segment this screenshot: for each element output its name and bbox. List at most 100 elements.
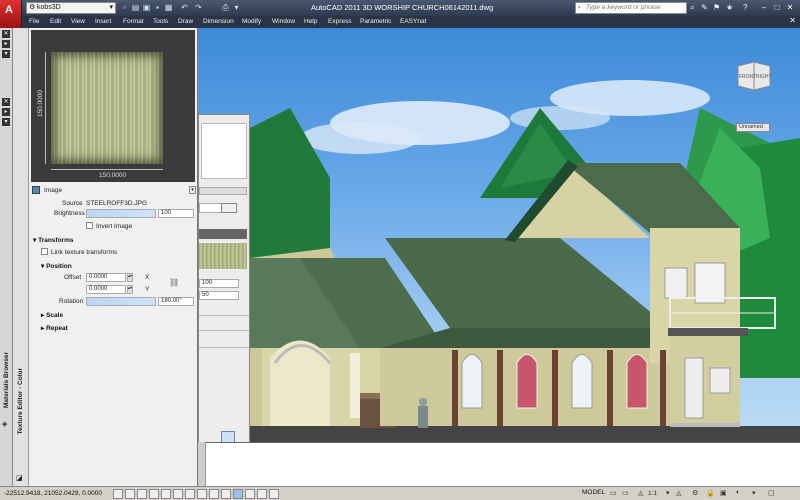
lock-icon[interactable]: 🔒 — [706, 489, 715, 497]
annotation-visibility-icon[interactable]: ◬ — [676, 489, 681, 497]
maximize-button[interactable]: □ — [771, 2, 783, 13]
transforms-toggle[interactable]: ▾ Transforms — [33, 236, 73, 244]
save-icon[interactable]: ▣ — [142, 3, 151, 12]
menu-parametric[interactable]: Parametric — [360, 17, 391, 27]
ortho-button[interactable] — [149, 489, 159, 499]
autohide-icon[interactable]: ▸ — [2, 40, 10, 48]
menu-easynat[interactable]: EASYnat — [400, 17, 426, 27]
chevron-down-icon[interactable]: ▾ — [666, 489, 670, 497]
material-value-1[interactable]: 100 — [199, 279, 239, 288]
command-line[interactable] — [198, 442, 800, 486]
chevron-down-icon[interactable]: ▾ — [752, 489, 756, 497]
offset-x-field[interactable]: 0.0000 — [86, 273, 126, 282]
workspace-select[interactable]: ⚙ kobs3D ▾ — [26, 2, 116, 14]
hardware-acceleration-icon[interactable]: ▣ — [720, 489, 727, 497]
offset-x-spinner[interactable]: ▴▾ — [127, 273, 133, 282]
command-line-handle[interactable] — [198, 442, 206, 486]
window-title: AutoCAD 2011 3D WORSHIP CHURCH06142011.d… — [311, 3, 494, 12]
chevron-down-icon[interactable]: ▾ — [232, 3, 241, 12]
material-value-2[interactable]: 50 — [199, 291, 239, 300]
menu-file[interactable]: File — [29, 17, 39, 27]
autohide-icon[interactable]: ▸ — [2, 108, 10, 116]
coordinates-readout[interactable]: -22512.9418, 21052.0429, 0.0000 — [4, 490, 102, 497]
menu-edit[interactable]: Edit — [50, 17, 61, 27]
menu-view[interactable]: View — [71, 17, 85, 27]
app-menu-button[interactable]: A — [0, 0, 22, 28]
lwt-button[interactable] — [233, 489, 243, 499]
communication-icon[interactable]: ⚑ — [713, 3, 720, 12]
menu-insert[interactable]: Insert — [95, 17, 111, 27]
menu-express[interactable]: Express — [328, 17, 351, 27]
isolate-objects-icon[interactable]: ◐ — [736, 489, 740, 496]
workspace-switch-icon[interactable]: ⚙ — [692, 489, 698, 497]
material-field[interactable] — [199, 203, 223, 213]
subscription-icon[interactable]: ✎ — [701, 3, 708, 12]
redo-icon[interactable]: ↷ — [194, 3, 203, 12]
repeat-toggle[interactable]: ▸ Repeat — [41, 324, 68, 332]
material-dropdown[interactable] — [199, 187, 247, 195]
invert-image-checkbox[interactable] — [86, 222, 93, 229]
qp-button[interactable] — [257, 489, 267, 499]
menu-window[interactable]: Window — [272, 17, 295, 27]
link-transforms-checkbox[interactable] — [41, 248, 48, 255]
menu-tools[interactable]: Tools — [153, 17, 168, 27]
texture-editor-label[interactable]: Texture Editor - Color — [17, 368, 24, 434]
annotation-scale-icon[interactable]: ◬ — [638, 489, 643, 497]
osnap-button[interactable] — [173, 489, 183, 499]
close-icon[interactable]: ✕ — [2, 98, 10, 106]
offset-y-field[interactable]: 0.0000 — [86, 285, 126, 294]
open-folder-icon[interactable]: ▤ — [131, 3, 140, 12]
close-icon[interactable]: ✕ — [789, 16, 796, 25]
3d-osnap-button[interactable] — [185, 489, 195, 499]
properties-icon[interactable]: ▾ — [2, 118, 10, 126]
snap-button[interactable] — [125, 489, 135, 499]
rotation-slider[interactable] — [86, 297, 156, 306]
polar-button[interactable] — [161, 489, 171, 499]
scale-toggle[interactable]: ▸ Scale — [41, 311, 63, 319]
save-as-icon[interactable]: ▪ — [153, 3, 162, 12]
layout-icon[interactable]: ▭ — [622, 489, 629, 497]
view-label-dropdown[interactable]: Unnamed — [736, 123, 770, 132]
plot-icon[interactable]: ▦ — [164, 3, 173, 12]
source-value[interactable]: STEELROFF3D.JPG — [86, 200, 147, 207]
dyn-button[interactable] — [221, 489, 231, 499]
help-icon[interactable]: ? — [743, 3, 747, 12]
close-icon[interactable]: ✕ — [2, 30, 10, 38]
rotation-field[interactable]: 180.00° — [158, 297, 194, 306]
brightness-field[interactable]: 100 — [158, 209, 194, 218]
undo-icon[interactable]: ↶ — [180, 3, 189, 12]
materials-browser-label[interactable]: Materials Browser — [3, 352, 10, 408]
navcube[interactable]: FRONT RIGHT — [734, 58, 774, 92]
print-icon[interactable]: ⎙ — [221, 3, 230, 12]
clean-screen-icon[interactable]: ▢ — [768, 489, 775, 497]
new-file-icon[interactable]: ▫ — [120, 3, 129, 12]
menu-dimension[interactable]: Dimension — [203, 17, 234, 27]
link-chain-icon[interactable]: ⛓ — [169, 278, 179, 287]
search-input[interactable]: › Type a keyword or phrase — [575, 2, 687, 14]
search-icon[interactable]: ⌕ — [690, 3, 694, 12]
infer-constraints-button[interactable] — [113, 489, 123, 499]
position-toggle[interactable]: ▾ Position — [41, 262, 72, 270]
menu-format[interactable]: Format — [123, 17, 144, 27]
model-space-toggle[interactable]: MODEL — [582, 489, 605, 496]
menu-help[interactable]: Help — [304, 17, 317, 27]
color-picker-button[interactable] — [221, 203, 237, 213]
minimize-button[interactable]: – — [758, 2, 770, 13]
texture-thumbnail[interactable] — [199, 243, 247, 269]
favorites-icon[interactable]: ★ — [726, 3, 733, 12]
chevron-down-icon[interactable]: ▾ — [189, 186, 196, 194]
menu-modify[interactable]: Modify — [242, 17, 261, 27]
menu-draw[interactable]: Draw — [178, 17, 193, 27]
ducs-button[interactable] — [209, 489, 219, 499]
preview-width: 150.0000 — [99, 172, 127, 179]
grid-button[interactable] — [137, 489, 147, 499]
close-button[interactable]: ✕ — [784, 2, 796, 13]
tpy-button[interactable] — [245, 489, 255, 499]
layout-icon[interactable]: ▭ — [610, 489, 617, 497]
sc-button[interactable] — [269, 489, 279, 499]
properties-icon[interactable]: ▾ — [2, 50, 10, 58]
otrack-button[interactable] — [197, 489, 207, 499]
brightness-slider[interactable] — [86, 209, 156, 218]
annotation-scale[interactable]: 1:1 — [648, 490, 657, 497]
offset-y-spinner[interactable]: ▴▾ — [127, 285, 133, 294]
